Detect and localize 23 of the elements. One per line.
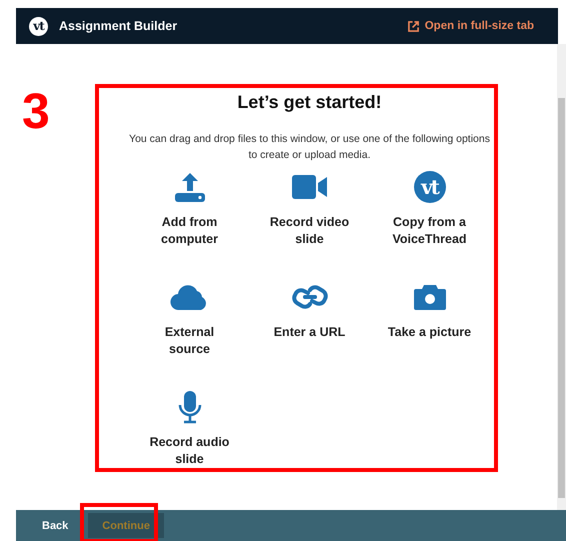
scrollbar[interactable] (557, 44, 566, 510)
instructions-text: You can drag and drop files to this window, or use one of the following options to create or upload media. (128, 132, 491, 163)
microphone-icon (178, 390, 202, 424)
media-option[interactable]: Take a picture (370, 279, 490, 389)
window-title: Assignment Builder (59, 19, 178, 33)
link-icon (290, 282, 328, 312)
media-option[interactable]: Record audio slide (130, 389, 250, 499)
external-link-icon (408, 20, 419, 32)
media-option[interactable]: Enter a URL (250, 279, 370, 389)
media-option[interactable]: Add from computer (130, 169, 250, 279)
camera-icon (412, 282, 446, 312)
video-camera-icon (290, 172, 328, 202)
logo: vt (29, 16, 48, 36)
media-option[interactable]: Record video slide (250, 169, 370, 279)
open-full-size-link[interactable]: Open in full-size tab (408, 20, 534, 32)
voicethread-logo: vt (414, 171, 446, 203)
step-number: 3 (22, 86, 50, 136)
upload-icon (172, 170, 206, 204)
scrollbar-thumb[interactable] (558, 98, 565, 498)
panel-title: Let’s get started! (237, 92, 382, 113)
media-option[interactable]: vt Copy from a VoiceThread (370, 169, 490, 279)
back-button[interactable]: Back (28, 513, 82, 538)
media-option[interactable]: External source (130, 279, 250, 389)
